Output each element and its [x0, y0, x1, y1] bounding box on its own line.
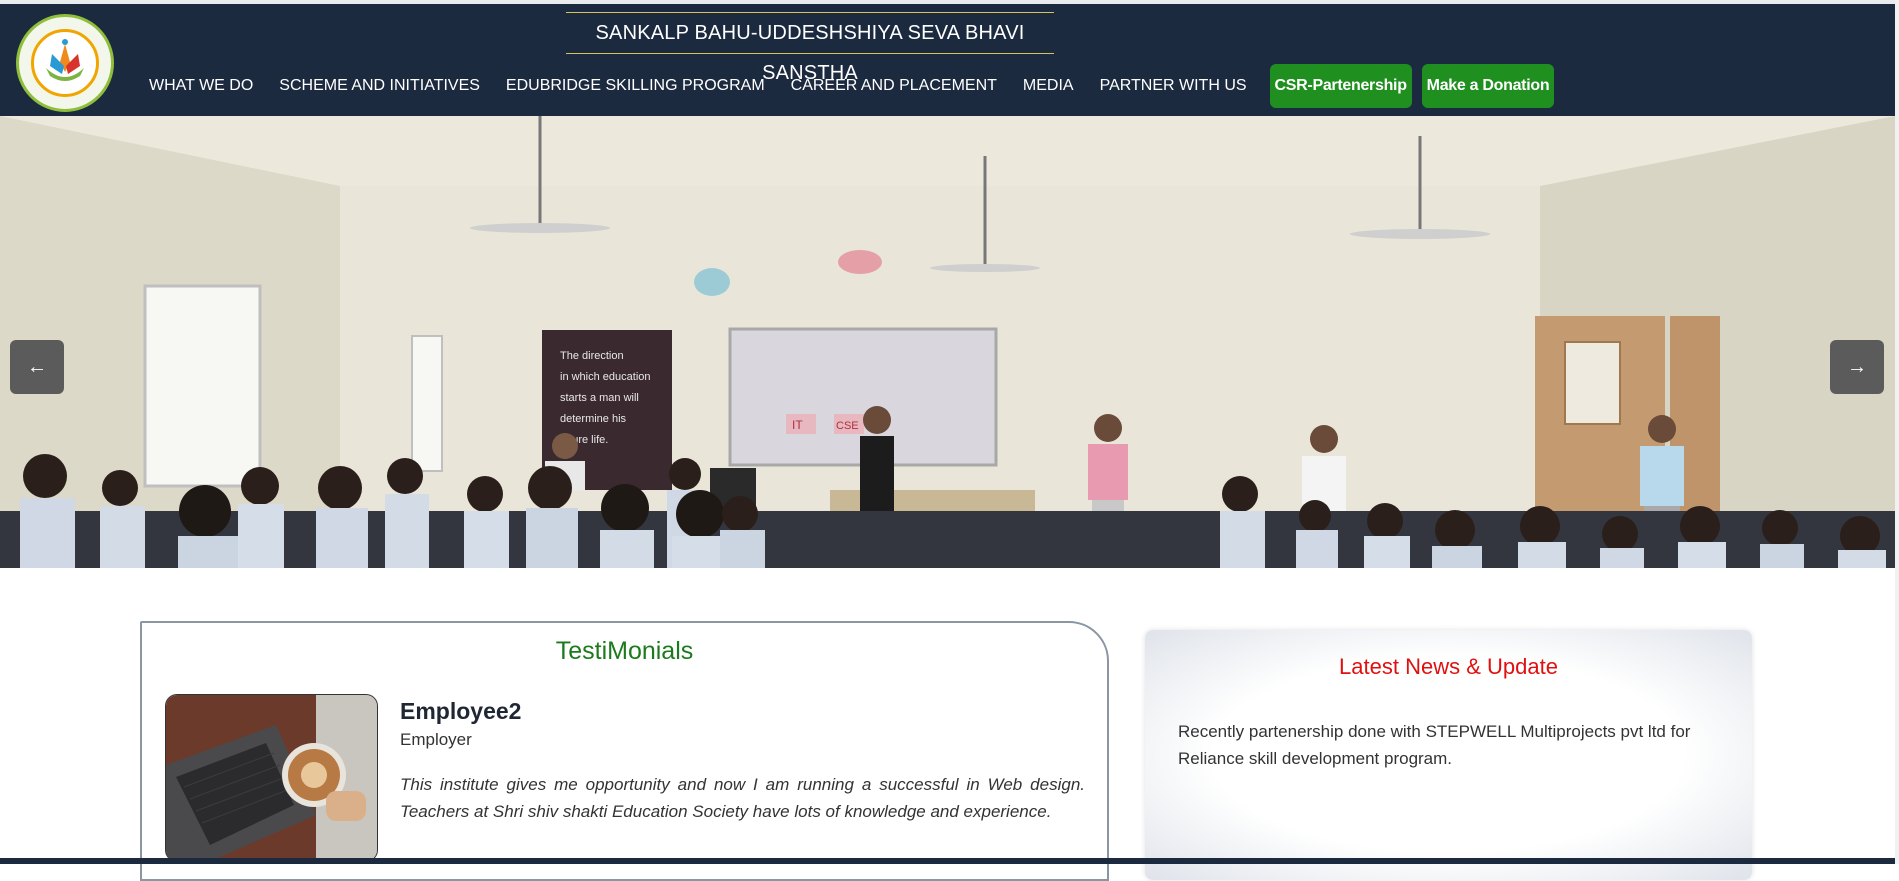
- nav-edubridge-skilling-program[interactable]: EDUBRIDGE SKILLING PROGRAM: [493, 77, 778, 95]
- arrow-right-icon: →: [1847, 356, 1867, 378]
- lotus-icon: [46, 39, 84, 81]
- poster-line-2: in which education: [560, 371, 651, 383]
- laptop-coffee-image: [166, 695, 377, 861]
- latest-news-card: Latest News & Update Recently partenersh…: [1145, 630, 1752, 880]
- site-header: SANKALP BAHU-UDDESHSHIYA SEVA BHAVI SANS…: [0, 4, 1895, 116]
- organization-logo[interactable]: [16, 14, 114, 112]
- poster-line-4: determine his: [560, 413, 627, 425]
- testimonial-quote: This institute gives me opportunity and …: [400, 775, 1085, 821]
- carousel-next-button[interactable]: →: [1830, 340, 1884, 394]
- nav-partner-with-us[interactable]: PARTNER WITH US: [1087, 77, 1260, 95]
- donate-button[interactable]: Make a Donation: [1421, 64, 1555, 108]
- poster-line-3: starts a man will: [560, 392, 639, 404]
- bottom-bar: [0, 858, 1895, 864]
- logo-emblem: [31, 29, 99, 97]
- testimonials-title: TestiMonials: [555, 637, 694, 665]
- arrow-left-icon: ←: [27, 356, 47, 378]
- nav-media[interactable]: MEDIA: [1010, 77, 1087, 95]
- whiteboard-label-it: IT: [792, 418, 803, 432]
- csr-partnership-button[interactable]: CSR-Partenership: [1269, 64, 1412, 108]
- whiteboard-label-cse: CSE: [836, 420, 859, 432]
- classroom-photo: The direction in which education starts …: [0, 116, 1895, 568]
- organization-title: SANKALP BAHU-UDDESHSHIYA SEVA BHAVI SANS…: [566, 12, 1054, 84]
- news-title: Latest News & Update: [1339, 654, 1558, 679]
- main-navigation: WHAT WE DO SCHEME AND INITIATIVES EDUBRI…: [136, 62, 1555, 110]
- nav-career-and-placement[interactable]: CAREER AND PLACEMENT: [778, 77, 1010, 95]
- testimonials-card: TestiMonials Employee2 Employer This ins…: [140, 621, 1109, 881]
- nav-scheme-and-initiatives[interactable]: SCHEME AND INITIATIVES: [266, 77, 493, 95]
- news-item[interactable]: Recently partenership done with STEPWELL…: [1178, 718, 1728, 772]
- page-scrollbar[interactable]: [1895, 0, 1899, 864]
- testimonial-role: Employer: [400, 730, 472, 749]
- testimonial-name: Employee2: [400, 698, 522, 724]
- nav-what-we-do[interactable]: WHAT WE DO: [136, 77, 266, 95]
- testimonial-photo: [165, 694, 378, 862]
- carousel-prev-button[interactable]: ←: [10, 340, 64, 394]
- poster-line-1: The direction: [560, 350, 624, 362]
- hero-carousel: The direction in which education starts …: [0, 116, 1895, 568]
